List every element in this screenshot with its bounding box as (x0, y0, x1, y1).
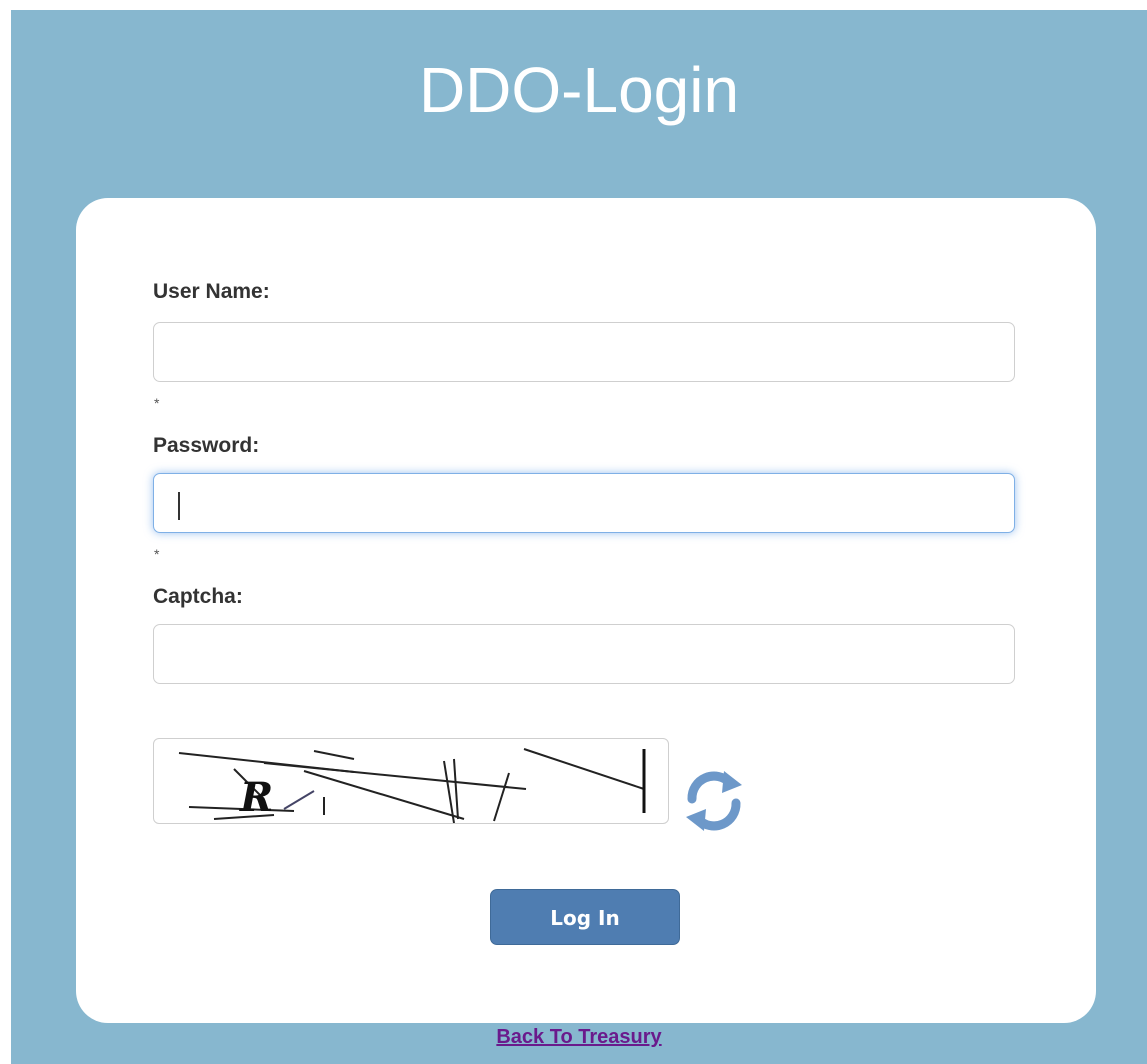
login-page: DDO-Login User Name: * Password: * Captc… (11, 10, 1147, 1064)
captcha-input[interactable] (153, 624, 1015, 684)
login-button[interactable]: Log In (490, 889, 680, 945)
captcha-image: R (153, 738, 669, 824)
refresh-icon[interactable] (682, 769, 746, 833)
username-required-marker: * (154, 395, 160, 411)
captcha-noise-graphic: R (178, 748, 646, 823)
password-required-marker: * (154, 546, 160, 562)
username-label: User Name: (153, 280, 270, 303)
text-caret (178, 492, 180, 520)
login-card: User Name: * Password: * Captcha: R Log … (76, 198, 1096, 1023)
captcha-label: Captcha: (153, 585, 243, 608)
username-input[interactable] (153, 322, 1015, 382)
back-to-treasury-link[interactable]: Back To Treasury (11, 1026, 1147, 1049)
svg-text:R: R (239, 774, 273, 821)
password-input[interactable] (153, 473, 1015, 533)
page-title: DDO-Login (418, 54, 740, 126)
password-label: Password: (153, 434, 260, 457)
